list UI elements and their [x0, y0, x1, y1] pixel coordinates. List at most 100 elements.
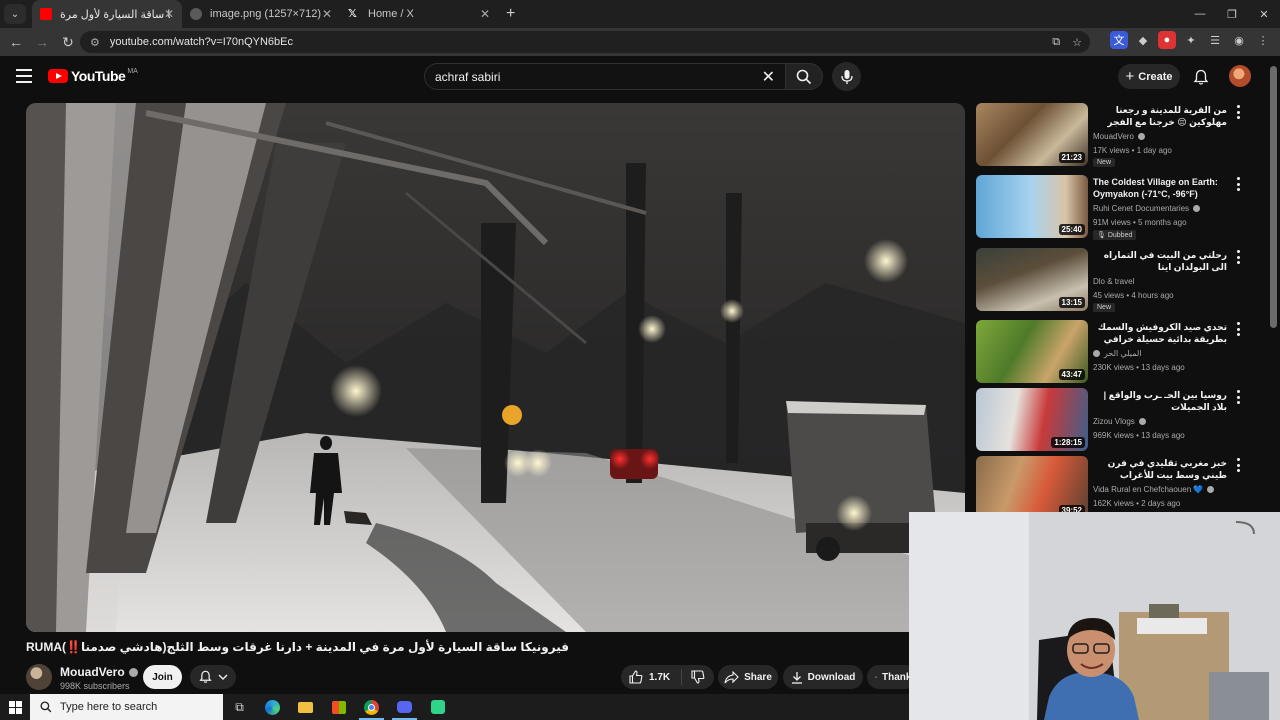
recommendation-item[interactable]: 21:23 من القرية للمدينة و رجعنا مهلوكين … — [976, 103, 1256, 167]
taskbar-search-placeholder: Type here to search — [60, 701, 158, 713]
screen: ⌄ فيرونيكا ساقة السيارة لأول مرة ✕ image… — [0, 0, 1280, 720]
recommendation-item[interactable]: 1:28:15 روسيا بين الحـ ـرب والواقع | بلا… — [976, 388, 1256, 452]
download-button[interactable]: Download — [783, 665, 863, 689]
like-button[interactable]: 1.7K — [621, 669, 682, 685]
tab-title: فيرونيكا ساقة السيارة لأول مرة — [60, 8, 170, 21]
more-options-icon[interactable] — [1234, 105, 1242, 119]
video-thumbnail[interactable]: 39:52 — [976, 456, 1088, 519]
recommendation-title[interactable]: تحدي صيد الكروفيش والسمك بطريقة بدائية ح… — [1093, 321, 1227, 345]
close-icon[interactable]: ✕ — [480, 7, 490, 21]
recommendation-channel[interactable]: Dlo & travel — [1093, 277, 1134, 286]
recommendation-channel[interactable]: Zizou Vlogs — [1093, 417, 1146, 426]
channel-text: Zizou Vlogs — [1093, 417, 1135, 426]
more-options-icon[interactable] — [1234, 458, 1242, 472]
duration-badge: 43:47 — [1058, 369, 1085, 380]
more-options-icon[interactable] — [1234, 177, 1242, 191]
window-controls: — ❐ ✕ — [1184, 0, 1280, 28]
minimize-icon[interactable]: — — [1184, 0, 1216, 28]
recommendation-title[interactable]: روسيا بين الحـ ـرب والواقع | بلاد الجميل… — [1093, 389, 1227, 413]
taskbar-search-field[interactable]: Type here to search — [30, 694, 223, 720]
clear-search-icon[interactable]: ✕ — [762, 67, 775, 87]
channel-text: Ruhi Cenet Documentaries — [1093, 204, 1190, 213]
channel-avatar[interactable] — [26, 664, 52, 690]
edge-browser-icon[interactable] — [256, 694, 289, 720]
video-thumbnail[interactable]: 25:40 — [976, 175, 1088, 238]
subscription-bell-button[interactable] — [190, 665, 236, 689]
share-button[interactable]: Share — [718, 665, 778, 689]
video-player[interactable] — [26, 103, 965, 632]
more-options-icon[interactable] — [1234, 322, 1242, 336]
microsoft-store-icon[interactable] — [322, 694, 355, 720]
video-title-text: فيرونيكا ساقة السيارة لأول مرة في المدين… — [62, 640, 569, 654]
reload-icon[interactable]: ↻ — [56, 30, 80, 54]
video-thumbnail[interactable]: 13:15 — [976, 248, 1088, 311]
red-extension-icon[interactable]: ● — [1158, 31, 1176, 49]
recommendation-title[interactable]: The Coldest Village on Earth: Oymyakon (… — [1093, 176, 1227, 200]
new-badge: New — [1093, 158, 1116, 167]
url-text: youtube.com/watch?v=I70nQYN6bEc — [109, 36, 294, 48]
tab-image[interactable]: image.png (1257×712) ✕ — [182, 0, 340, 28]
tab-youtube[interactable]: فيرونيكا ساقة السيارة لأول مرة ✕ — [32, 0, 182, 28]
back-arrow-icon[interactable]: ← — [4, 30, 28, 54]
search-button[interactable] — [785, 63, 823, 90]
channel-text: الميلي الحر — [1104, 349, 1142, 358]
cast-icon[interactable]: ⧉ — [1052, 36, 1060, 49]
new-tab-button[interactable]: + — [506, 5, 515, 23]
video-thumbnail[interactable]: 21:23 — [976, 103, 1088, 166]
recommendation-channel[interactable]: MouadVero — [1093, 132, 1145, 141]
voice-search-button[interactable] — [832, 62, 861, 91]
tab-search-button[interactable]: ⌄ — [4, 4, 26, 24]
app-icon[interactable] — [421, 694, 454, 720]
recommendation-item[interactable]: 43:47 تحدي صيد الكروفيش والسمك بطريقة بد… — [976, 320, 1256, 384]
youtube-play-icon — [48, 69, 68, 83]
close-icon[interactable]: ✕ — [164, 7, 174, 21]
diamond-extension-icon[interactable]: ◆ — [1134, 31, 1152, 49]
recommendation-title[interactable]: خبز مغربي تقليدي في فرن طيني وسط بيت للأ… — [1093, 457, 1227, 481]
forward-arrow-icon[interactable]: → — [30, 30, 54, 54]
duration-badge: 13:15 — [1058, 297, 1085, 308]
search-input[interactable]: achraf sabiri ✕ — [424, 63, 786, 90]
account-avatar[interactable] — [1229, 65, 1251, 87]
channel-name[interactable]: MouadVero — [60, 665, 138, 679]
recommendation-title[interactable]: رحلتي من البيت في التماراه الى البولدان … — [1093, 249, 1227, 273]
verified-badge-icon — [1207, 486, 1215, 494]
discord-icon[interactable] — [388, 694, 421, 720]
recommendation-item[interactable]: 25:40 The Coldest Village on Earth: Oymy… — [976, 175, 1256, 240]
more-options-icon[interactable] — [1234, 250, 1242, 264]
more-options-icon[interactable] — [1234, 390, 1242, 404]
recommendation-item[interactable]: 13:15 رحلتي من البيت في التماراه الى الب… — [976, 248, 1256, 312]
bookmark-star-icon[interactable]: ☆ — [1072, 36, 1082, 49]
recommendation-channel[interactable]: الميلي الحر — [1093, 349, 1141, 358]
close-icon[interactable]: ✕ — [322, 7, 332, 21]
task-view-icon[interactable]: ⧉ — [223, 694, 256, 720]
dislike-button[interactable] — [682, 670, 714, 684]
chrome-icon[interactable] — [355, 694, 388, 720]
windows-start-button[interactable] — [0, 694, 30, 720]
recommendation-channel[interactable]: Vida Rural en Chefchaouen 💙 — [1093, 485, 1215, 494]
globe-icon — [190, 8, 202, 20]
recommendation-channel[interactable]: Ruhi Cenet Documentaries — [1093, 204, 1201, 213]
profile-icon[interactable]: ◉ — [1230, 31, 1248, 49]
youtube-logo[interactable]: YouTube MA — [48, 68, 138, 84]
puzzle-icon[interactable]: ✦ — [1182, 31, 1200, 49]
windows-logo-icon — [8, 700, 22, 714]
create-button[interactable]: + Create — [1118, 64, 1180, 89]
channel-text: Dlo & travel — [1093, 277, 1135, 286]
file-explorer-icon[interactable] — [289, 694, 322, 720]
hamburger-menu-icon[interactable] — [16, 69, 32, 83]
address-bar[interactable]: ⚙ youtube.com/watch?v=I70nQYN6bEc ⧉ ☆ — [80, 31, 1090, 53]
recommendation-item[interactable]: 39:52 خبز مغربي تقليدي في فرن طيني وسط ب… — [976, 456, 1256, 520]
close-window-icon[interactable]: ✕ — [1248, 0, 1280, 28]
recommendation-title[interactable]: من القرية للمدينة و رجعنا مهلوكين 😔 خرجن… — [1093, 104, 1227, 128]
join-button[interactable]: Join — [143, 665, 182, 689]
menu-dots-icon[interactable]: ⋮ — [1254, 31, 1272, 49]
media-control-icon[interactable]: ☰ — [1206, 31, 1224, 49]
translate-extension-icon[interactable]: 文 — [1110, 31, 1128, 49]
video-thumbnail[interactable]: 43:47 — [976, 320, 1088, 383]
site-info-icon[interactable]: ⚙ — [90, 36, 100, 49]
page-scrollbar[interactable] — [1270, 66, 1277, 328]
restore-icon[interactable]: ❐ — [1216, 0, 1248, 28]
video-thumbnail[interactable]: 1:28:15 — [976, 388, 1088, 451]
tab-x[interactable]: 𝕏 Home / X ✕ — [340, 0, 498, 28]
notifications-button[interactable] — [1190, 66, 1212, 88]
